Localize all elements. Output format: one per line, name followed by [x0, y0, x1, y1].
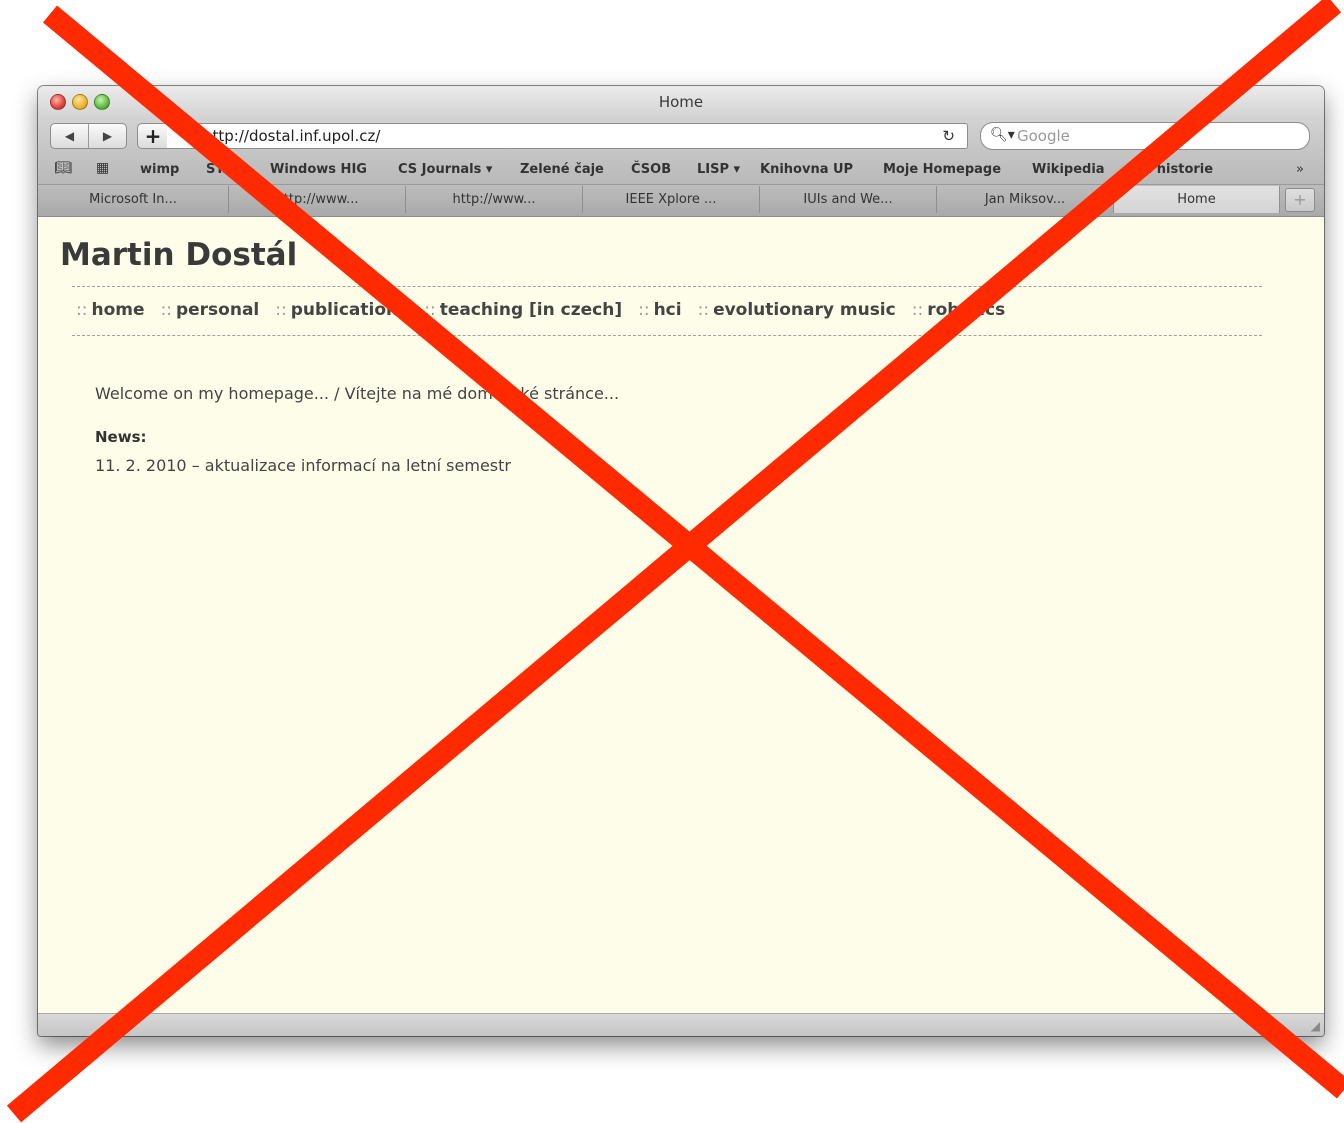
- window-title: Home: [658, 93, 704, 111]
- address-bar[interactable]: http://dostal.inf.upol.cz/ ↻: [167, 123, 968, 149]
- nav-evolutionary-music[interactable]: :: evolutionary music: [698, 300, 896, 320]
- site-navigation: :: home :: personal :: publications :: teach…: [76, 300, 1005, 320]
- add-bookmark-button[interactable]: +: [137, 123, 169, 149]
- nav-publications[interactable]: :: publications: [275, 300, 408, 320]
- forward-arrow-icon: ▶: [102, 129, 113, 143]
- nav-personal[interactable]: :: personal: [161, 300, 260, 320]
- browser-window: Home ◀ ▶ + http://dostal.inf.upol.cz/ ↻ …: [38, 86, 1324, 1036]
- reload-icon[interactable]: ↻: [942, 127, 955, 145]
- divider-bottom: [72, 335, 1262, 336]
- resize-grip-icon[interactable]: ◢: [1311, 1019, 1320, 1033]
- bookmark-moje-homepage[interactable]: Moje Homepage: [883, 162, 1001, 177]
- bookmark-wimp[interactable]: wimp: [140, 162, 179, 177]
- bookmark-csob[interactable]: ČSOB: [631, 162, 671, 177]
- book-icon[interactable]: 📖︎: [54, 160, 72, 176]
- bookmark-wikipedia[interactable]: Wikipedia: [1032, 162, 1105, 177]
- nav-home[interactable]: :: home: [76, 300, 145, 320]
- back-arrow-icon: ◀: [64, 129, 75, 143]
- grid-icon[interactable]: ▦: [96, 160, 109, 176]
- bookmarks-overflow-chevron-icon[interactable]: »: [1296, 162, 1304, 177]
- tab-iuis[interactable]: IUIs and We...: [760, 186, 937, 213]
- tab-jan-miksov[interactable]: Jan Miksov...: [937, 186, 1114, 213]
- search-field[interactable]: 🔍︎▾ Google: [980, 122, 1310, 150]
- close-window-button[interactable]: [50, 94, 66, 110]
- tab-home[interactable]: Home: [1114, 186, 1280, 213]
- bookmark-knihovna-up[interactable]: Knihovna UP: [760, 162, 853, 177]
- bookmark-lisp[interactable]: LISP ▾: [697, 162, 740, 177]
- tab-ieee-xplore[interactable]: IEEE Xplore ...: [583, 186, 760, 213]
- back-button[interactable]: ◀: [51, 124, 88, 148]
- nav-hci[interactable]: :: hci: [638, 300, 681, 320]
- bookmark-windows-hig[interactable]: Windows HIG: [270, 162, 367, 177]
- bookmark-chi-historie[interactable]: CHI historie: [1127, 162, 1213, 177]
- bookmark-cs-journals[interactable]: CS Journals ▾: [398, 162, 492, 177]
- new-tab-plus-icon[interactable]: +: [1285, 188, 1315, 212]
- search-placeholder: Google: [1017, 127, 1070, 145]
- page-title: Martin Dostál: [60, 237, 298, 273]
- page-content: Martin Dostál :: home :: personal :: public…: [38, 217, 1324, 1014]
- browser-toolbar: ◀ ▶ + http://dostal.inf.upol.cz/ ↻ 🔍︎▾ G…: [38, 118, 1324, 154]
- tab-bar: Microsoft In... http://www... http://www…: [38, 185, 1324, 217]
- navigation-buttons: ◀ ▶: [50, 123, 127, 149]
- minimize-window-button[interactable]: [72, 94, 88, 110]
- bookmark-zelene-caje[interactable]: Zelené čaje: [520, 162, 604, 177]
- nav-teaching[interactable]: :: teaching [in czech]: [424, 300, 622, 320]
- tab-http-2[interactable]: http://www...: [406, 186, 583, 213]
- tab-http-1[interactable]: http://www...: [229, 186, 406, 213]
- forward-button[interactable]: ▶: [88, 124, 126, 148]
- welcome-text: Welcome on my homepage... / Vítejte na m…: [95, 384, 620, 403]
- bookmark-stag[interactable]: STAG: [206, 162, 244, 177]
- nav-robotics[interactable]: :: robotics: [912, 300, 1006, 320]
- status-bar: ◢: [38, 1013, 1324, 1036]
- bookmarks-bar: 📖︎ ▦ wimp STAG Windows HIG CS Journals ▾…: [38, 154, 1324, 185]
- search-icon[interactable]: 🔍︎▾: [990, 127, 1015, 143]
- divider-top: [72, 286, 1262, 287]
- window-controls: [50, 94, 110, 110]
- news-item: 11. 2. 2010 – aktualizace informací na l…: [95, 456, 511, 475]
- zoom-window-button[interactable]: [94, 94, 110, 110]
- tab-microsoft[interactable]: Microsoft In...: [38, 186, 229, 213]
- url-text[interactable]: http://dostal.inf.upol.cz/: [203, 127, 380, 145]
- news-heading: News:: [95, 428, 147, 446]
- title-bar: Home: [38, 86, 1324, 118]
